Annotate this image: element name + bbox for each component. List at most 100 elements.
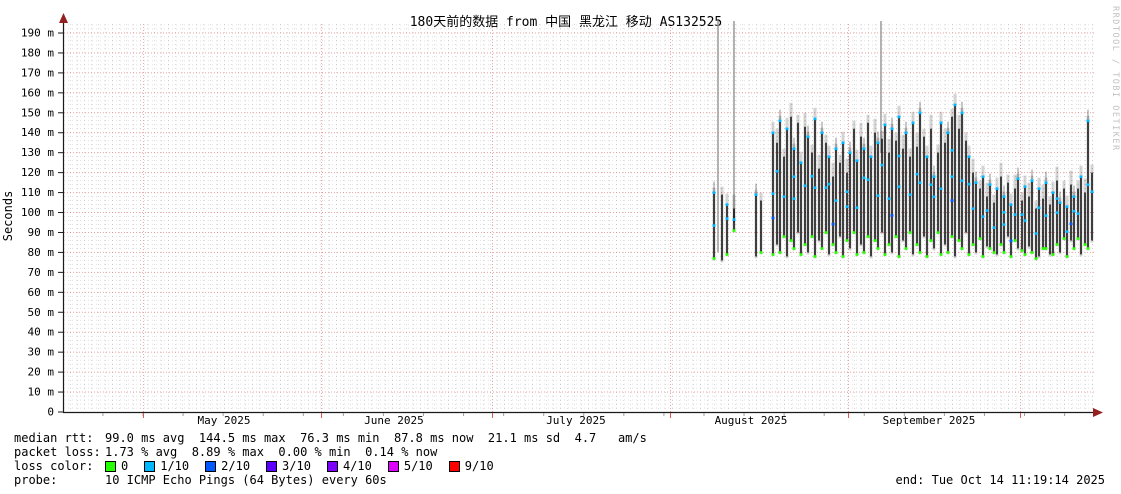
loss1-dot	[835, 147, 838, 150]
loss1-dot	[947, 132, 950, 135]
chart-title: 180天前的数据 from 中国 黑龙江 移动 AS132525	[410, 14, 723, 30]
loss0-dot	[898, 255, 901, 258]
loss2-dot	[1010, 240, 1013, 243]
loss0-dot	[783, 235, 786, 238]
loss0-dot	[800, 253, 803, 256]
loss0-dot	[916, 243, 919, 246]
loss0-dot	[1035, 257, 1038, 260]
loss0-dot	[895, 235, 898, 238]
loss1-dot	[1003, 211, 1006, 214]
loss0-dot	[760, 251, 763, 254]
loss1-dot	[1038, 206, 1041, 209]
y-tick-label: 120 m	[21, 166, 54, 179]
loss1-dot	[951, 175, 954, 178]
loss1-dot	[846, 190, 849, 193]
loss0-dot	[856, 253, 859, 256]
loss-legend-label: 2/10	[221, 459, 250, 473]
loss0-dot	[926, 255, 929, 258]
loss0-dot	[961, 247, 964, 250]
loss0-dot	[979, 237, 982, 240]
loss0-dot	[1084, 243, 1087, 246]
loss1-dot	[909, 193, 912, 196]
y-tick-label: 50 m	[28, 306, 55, 319]
loss1-dot	[877, 194, 880, 197]
loss1-dot	[811, 175, 814, 178]
loss1-dot	[1003, 223, 1006, 226]
smoke-spike	[717, 21, 719, 252]
loss0-dot	[1024, 253, 1027, 256]
loss1-dot	[968, 155, 971, 158]
loss0-dot	[772, 253, 775, 256]
loss0-dot	[842, 255, 845, 258]
loss1-dot	[814, 186, 817, 189]
loss-legend-item: 0	[105, 459, 128, 473]
loss-legend-label: 5/10	[404, 459, 433, 473]
loss0-dot	[968, 253, 971, 256]
loss1-dot	[779, 120, 782, 123]
y-tick-label: 20 m	[28, 366, 55, 379]
loss0-dot	[779, 251, 782, 254]
loss1-dot	[772, 192, 775, 195]
loss1-dot	[814, 118, 817, 121]
loss1-dot	[888, 197, 891, 200]
loss0-dot	[1021, 249, 1024, 252]
y-tick-label: 130 m	[21, 146, 54, 159]
loss0-dot	[790, 239, 793, 242]
loss0-dot	[1063, 237, 1066, 240]
loss1-dot	[982, 175, 985, 178]
loss1-dot	[1038, 187, 1041, 190]
loss1-dot	[961, 112, 964, 115]
loss1-dot	[726, 217, 729, 220]
loss0-dot	[940, 253, 943, 256]
y-axis-label: Seconds	[1, 191, 15, 242]
loss0-dot	[733, 229, 736, 232]
stat-label-median-rtt: median rtt:	[14, 431, 105, 445]
loss0-dot	[877, 247, 880, 250]
loss1-dot	[926, 155, 929, 158]
loss1-dot	[898, 185, 901, 188]
loss0-dot	[804, 243, 807, 246]
y-tick-label: 180 m	[21, 46, 54, 59]
x-month-label: May 2025	[198, 414, 251, 427]
loss-legend-item: 3/10	[266, 459, 311, 473]
loss1-dot	[856, 206, 859, 209]
loss1-dot	[1014, 213, 1017, 216]
smokeping-graph-page: 180天前的数据 from 中国 黑龙江 移动 AS132525 Seconds…	[0, 0, 1121, 494]
stat-label-loss-color: loss color:	[14, 459, 105, 473]
loss0-dot	[846, 239, 849, 242]
loss1-dot	[793, 147, 796, 150]
stat-row-probe: probe:10 ICMP Echo Pings (64 Bytes) ever…	[14, 473, 647, 487]
loss0-dot	[835, 251, 838, 254]
loss0-dot	[867, 235, 870, 238]
loss1-dot	[786, 128, 789, 131]
loss-legend-item: 9/10	[449, 459, 494, 473]
loss1-dot	[961, 179, 964, 182]
loss1-dot	[975, 181, 978, 184]
loss1-dot	[968, 183, 971, 186]
loss-color-swatch	[327, 461, 338, 472]
loss0-dot	[947, 251, 950, 254]
loss-color-swatch	[449, 461, 460, 472]
loss-color-swatch	[266, 461, 277, 472]
loss-legend-item: 5/10	[388, 459, 433, 473]
y-tick-label: 40 m	[28, 326, 55, 339]
loss-color-legend: 01/102/103/104/105/109/10	[105, 459, 510, 473]
loss0-dot	[1056, 243, 1059, 246]
loss-color-swatch	[144, 461, 155, 472]
loss0-dot	[1073, 247, 1076, 250]
loss0-dot	[989, 247, 992, 250]
loss1-dot	[933, 196, 936, 199]
loss1-dot	[986, 209, 989, 212]
loss0-dot	[1045, 247, 1048, 250]
loss0-dot	[1010, 255, 1013, 258]
loss1-dot	[993, 226, 996, 229]
loss2-dot	[891, 214, 894, 217]
loss1-dot	[772, 132, 775, 135]
x-axis-arrow	[1093, 408, 1103, 417]
loss1-dot	[783, 195, 786, 198]
loss-legend-item: 4/10	[327, 459, 372, 473]
loss1-dot	[881, 164, 884, 167]
loss1-dot	[891, 128, 894, 131]
loss1-dot	[842, 142, 845, 145]
loss0-dot	[937, 231, 940, 234]
